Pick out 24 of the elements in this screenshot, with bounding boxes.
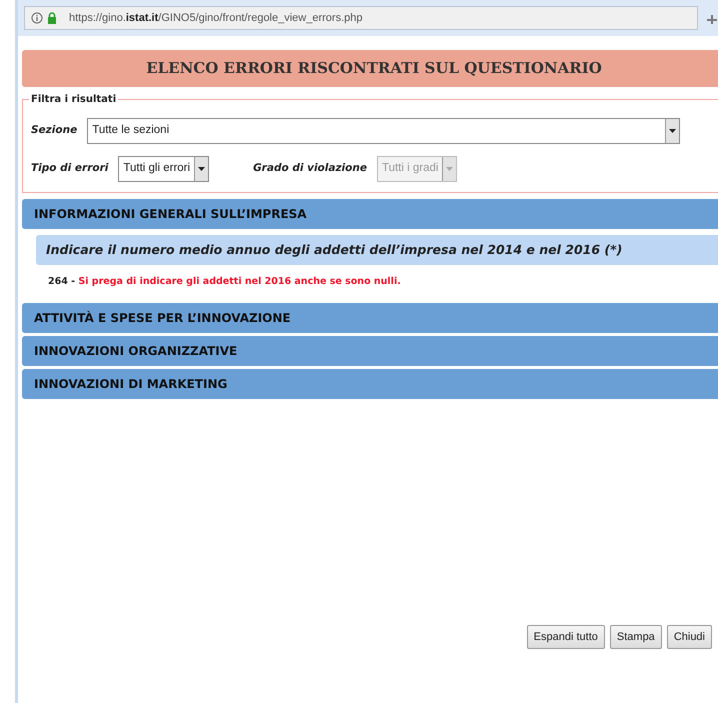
extension-icon[interactable] bbox=[706, 12, 718, 25]
section-header[interactable]: INNOVAZIONI DI MARKETING bbox=[22, 368, 718, 398]
caret-icon bbox=[446, 166, 454, 170]
caret-icon bbox=[198, 166, 206, 170]
section-header[interactable]: INFORMAZIONI GENERALI SULL’IMPRESA bbox=[22, 198, 718, 228]
page-title: ELENCO ERRORI RISCONTRATI SUL QUESTIONARIO bbox=[22, 50, 718, 86]
dropdown: Tutti i gradi bbox=[376, 156, 458, 182]
dropdown[interactable]: Tutti gli errori bbox=[118, 156, 210, 182]
field-label: Tipo di errori bbox=[31, 160, 108, 176]
section-header[interactable]: ATTIVITÀ E SPESE PER L’INNOVAZIONE bbox=[22, 302, 718, 332]
section-header[interactable]: INNOVAZIONI ORGANIZZATIVE bbox=[22, 336, 718, 366]
action-button[interactable]: Chiudi bbox=[666, 624, 712, 649]
lock-icon bbox=[47, 12, 57, 24]
info-icon[interactable] bbox=[31, 12, 43, 24]
action-button[interactable]: Espandi tutto bbox=[526, 624, 605, 649]
address-bar[interactable]: https://gino.istat.it/GINO5/gino/front/regole_view_errors.php bbox=[24, 6, 698, 30]
url-text: https://gino.istat.it/GINO5/gino/front/regole_view_errors.php bbox=[69, 10, 362, 26]
dropdown[interactable]: Tutte le sezioni bbox=[87, 118, 680, 144]
question-header[interactable]: Indicare il numero medio annuo degli addetti dell’impresa nel 2014 e nel 2016 (*) bbox=[36, 234, 718, 266]
caret-icon bbox=[669, 128, 676, 132]
action-button[interactable]: Stampa bbox=[610, 624, 662, 649]
field-label: Grado di violazione bbox=[253, 160, 367, 176]
field-label: Sezione bbox=[31, 122, 78, 138]
error-message: 264 - Si prega di indicare gli addetti nel 2016 anche se sono nulli. bbox=[47, 275, 402, 290]
